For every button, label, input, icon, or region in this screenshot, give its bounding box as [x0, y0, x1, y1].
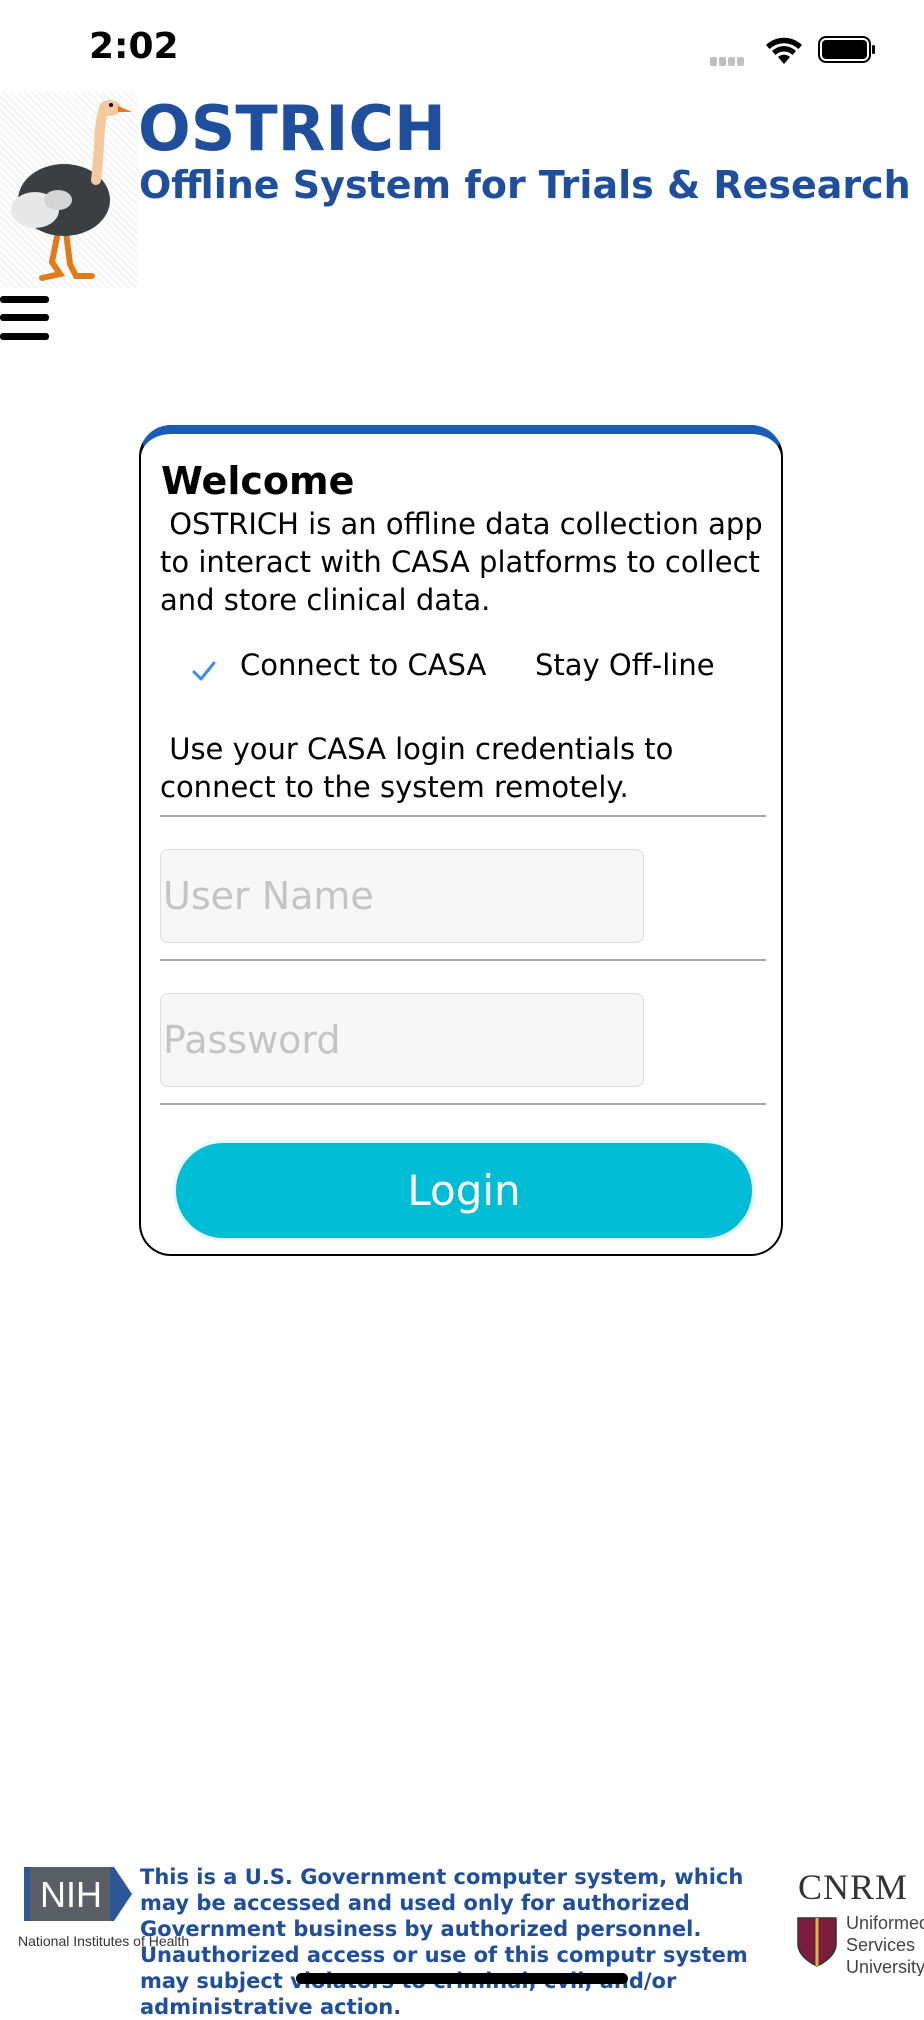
ostrich-logo	[0, 92, 138, 288]
government-disclaimer: This is a U.S. Government computer syste…	[140, 1865, 748, 2019]
cnrm-logo-text: CNRM	[798, 1867, 909, 1907]
app-title: OSTRICH	[138, 92, 446, 165]
username-input[interactable]	[160, 849, 644, 943]
connection-mode-selector: Connect to CASA Stay Off-line	[141, 648, 781, 698]
battery-icon	[818, 36, 875, 63]
divider	[160, 959, 766, 961]
status-time: 2:02	[89, 26, 179, 67]
nih-logo: NIH National Institutes of Health	[18, 1863, 189, 1963]
nih-logo-text: NIH	[40, 1874, 102, 1915]
app-header: OSTRICH Offline System for Trials & Rese…	[0, 92, 924, 292]
welcome-card: Welcome OSTRICH is an offline data colle…	[139, 425, 783, 1256]
connect-to-casa-option[interactable]: Connect to CASA	[240, 648, 486, 682]
password-input[interactable]	[160, 993, 644, 1087]
cellular-signal-icon	[710, 53, 746, 71]
status-bar: 2:02	[0, 0, 924, 96]
welcome-description: OSTRICH is an offline data collection ap…	[160, 507, 772, 617]
checkmark-icon	[192, 661, 216, 681]
welcome-title: Welcome	[161, 459, 355, 503]
wifi-icon	[766, 37, 802, 64]
credentials-hint: Use your CASA login credentials to conne…	[160, 732, 683, 804]
divider	[160, 815, 766, 817]
login-button[interactable]: Login	[173, 1140, 755, 1241]
cnrm-logo: CNRM Uniformed Services University	[786, 1866, 924, 1976]
divider	[160, 1103, 766, 1105]
app-subtitle: Offline System for Trials & Research Inf…	[139, 163, 924, 207]
stay-offline-option[interactable]: Stay Off-line	[535, 648, 715, 682]
usu-logo-text: Uniformed Services University	[846, 1913, 924, 1976]
home-indicator[interactable]	[296, 1973, 628, 1984]
hamburger-menu-icon[interactable]	[0, 296, 49, 340]
usu-shield-icon	[797, 1917, 837, 1967]
